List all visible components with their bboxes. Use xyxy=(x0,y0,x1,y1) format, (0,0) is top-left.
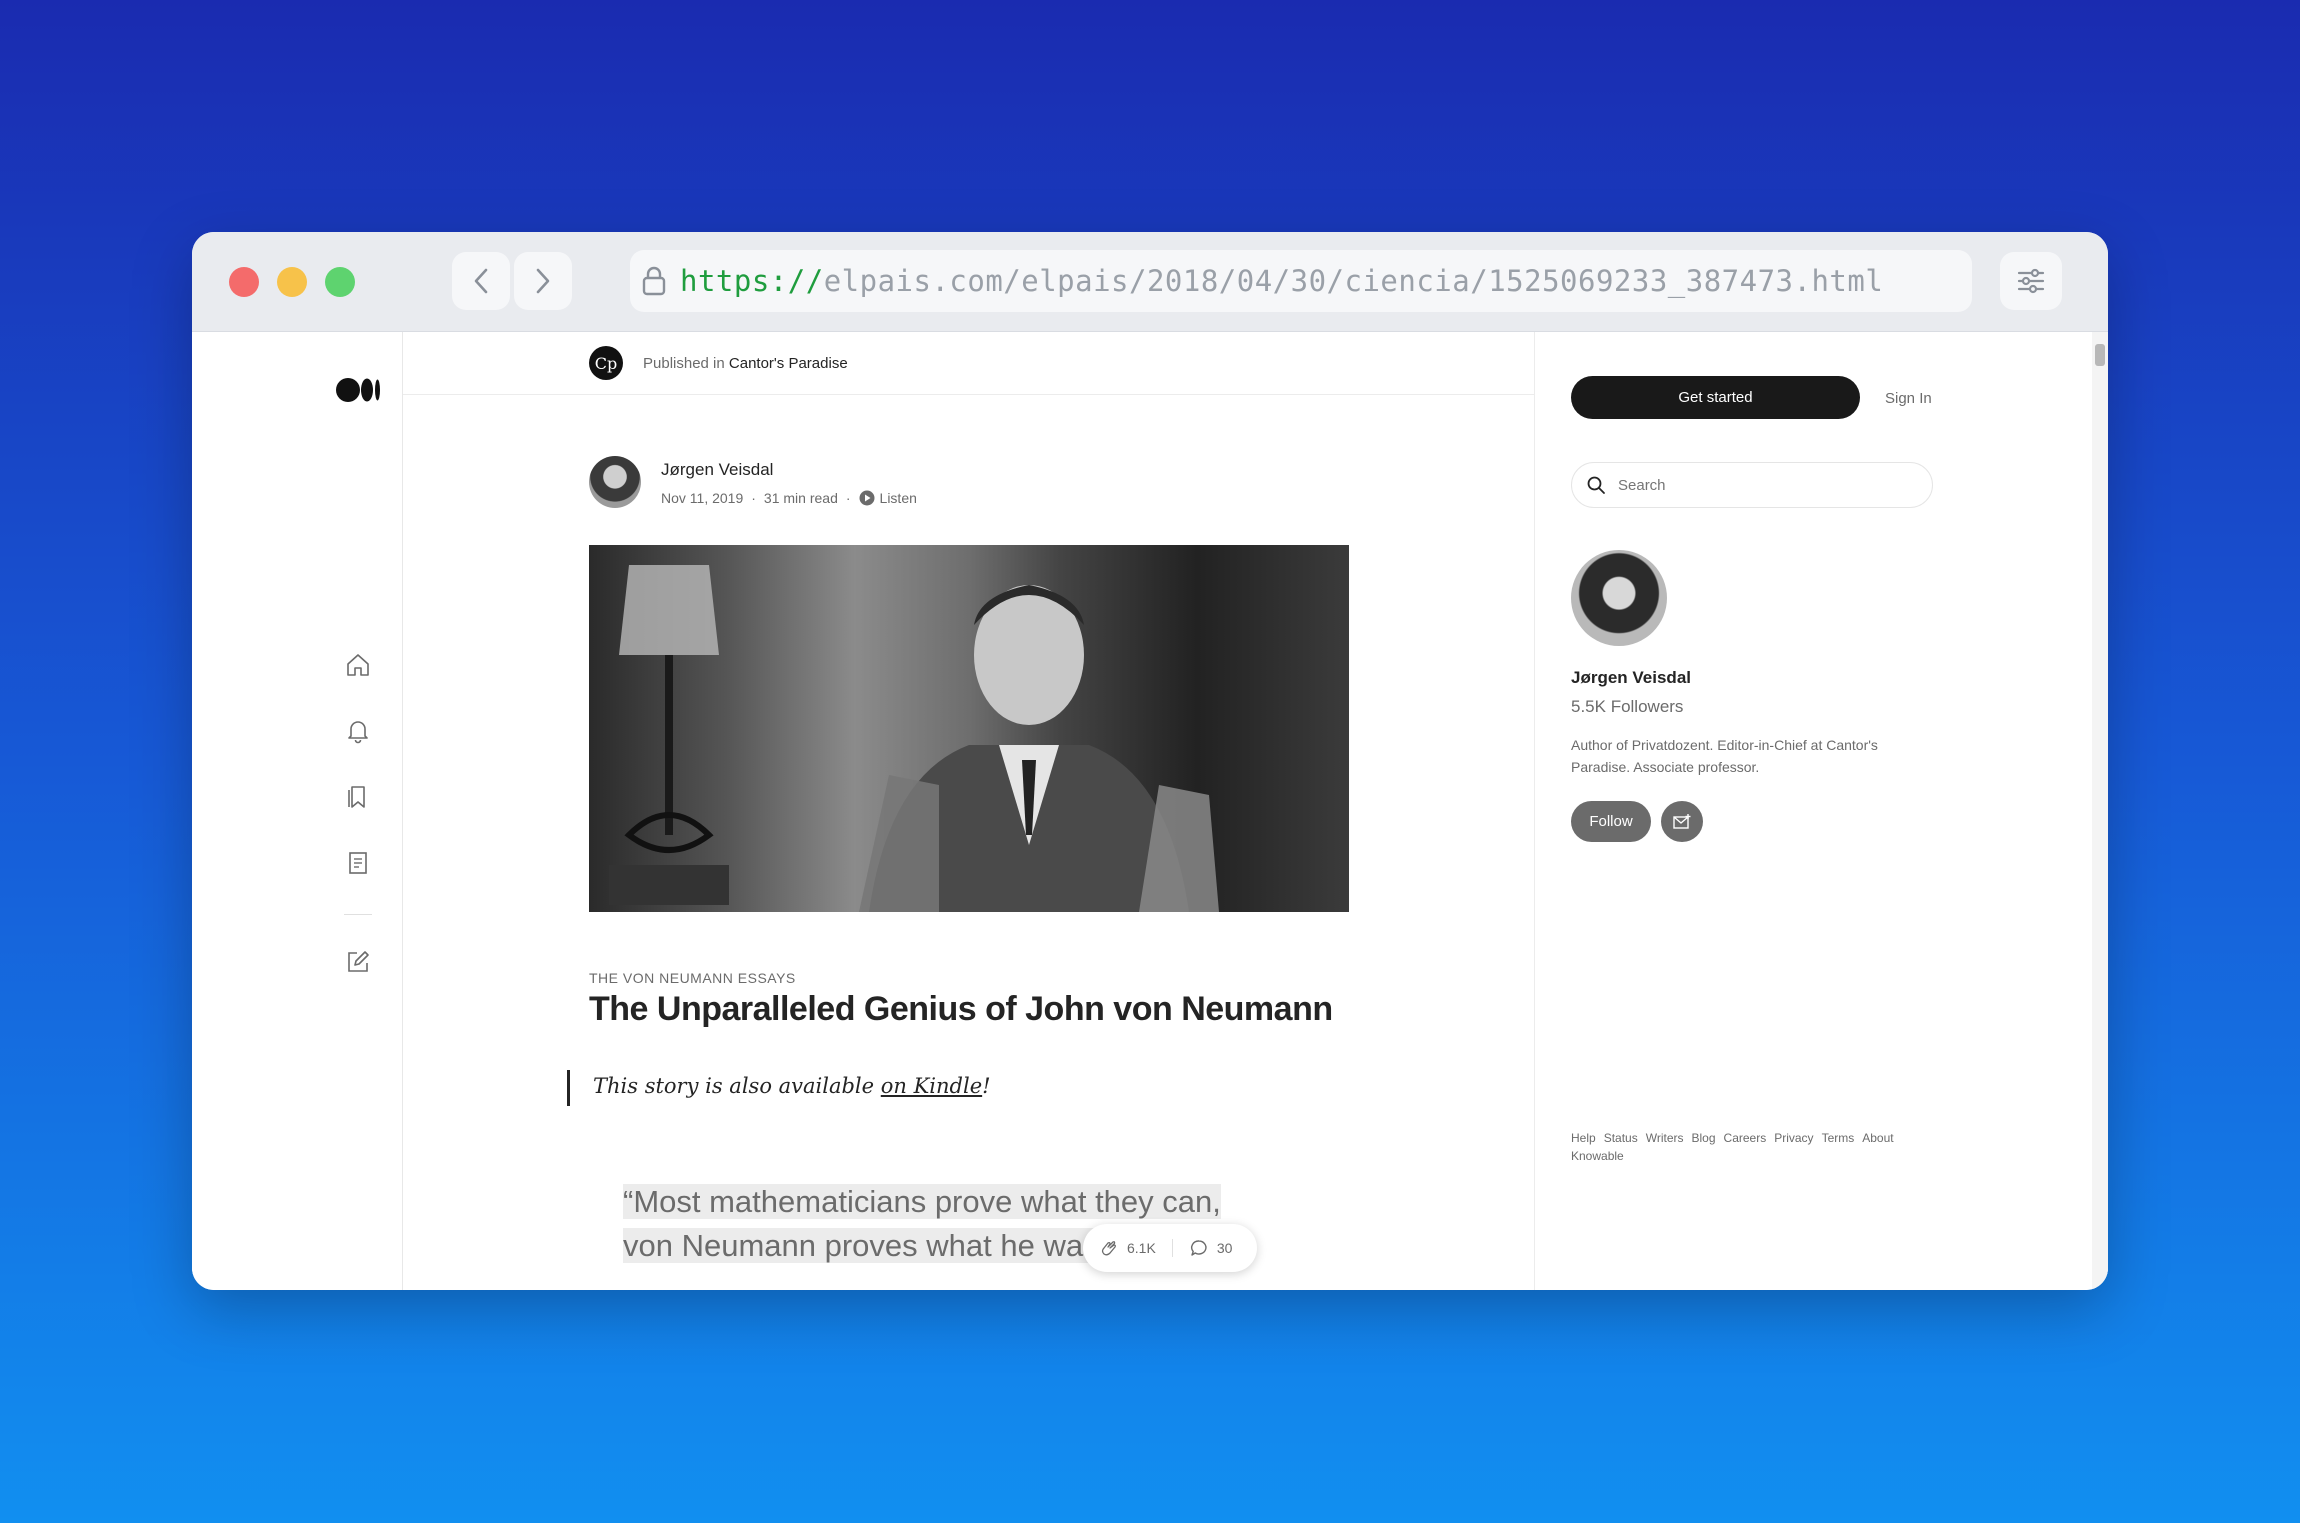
publication-name-link[interactable]: Cantor's Paradise xyxy=(729,355,848,372)
read-time: 31 min read xyxy=(763,490,838,506)
footer-link-privacy[interactable]: Privacy xyxy=(1774,1129,1813,1147)
footer-link-status[interactable]: Status xyxy=(1604,1129,1638,1147)
footer-links: Help Status Writers Blog Careers Privacy Terms… xyxy=(1571,1129,1931,1165)
series-kicker: THE VON NEUMANN ESSAYS xyxy=(589,970,796,986)
lamp-illustration xyxy=(609,565,729,905)
mail-plus-icon xyxy=(1673,813,1691,829)
search-input[interactable] xyxy=(1618,476,1898,494)
portrait-figure xyxy=(859,585,1219,912)
browser-window: https://elpais.com/elpais/2018/04/30/cie… xyxy=(192,232,2108,1290)
listen-label: Listen xyxy=(879,490,917,506)
author-name-link[interactable]: Jørgen Veisdal xyxy=(661,460,773,480)
chevron-right-icon xyxy=(536,268,550,294)
footer-link-about[interactable]: About xyxy=(1862,1129,1893,1147)
bookmarks-icon[interactable] xyxy=(345,784,371,810)
clap-count: 6.1K xyxy=(1127,1240,1156,1256)
floating-action-bar: 6.1K 30 xyxy=(1083,1224,1257,1272)
footer-link-terms[interactable]: Terms xyxy=(1822,1129,1855,1147)
maximize-window-button[interactable] xyxy=(325,267,355,297)
published-in-label: Published in xyxy=(643,355,725,372)
article-column: Cp Published in Cantor's Paradise Jørgen… xyxy=(403,332,1534,1290)
write-icon[interactable] xyxy=(345,949,371,975)
search-box[interactable] xyxy=(1571,462,1933,508)
kindle-link[interactable]: on Kindle xyxy=(881,1074,982,1098)
responses-count: 30 xyxy=(1216,1240,1233,1256)
footer-link-writers[interactable]: Writers xyxy=(1646,1129,1684,1147)
profile-avatar[interactable] xyxy=(1571,550,1667,646)
forward-button[interactable] xyxy=(514,252,572,310)
url-text[interactable]: https://elpais.com/elpais/2018/04/30/cie… xyxy=(680,264,1883,298)
url-path: elpais.com/elpais/2018/04/30/ciencia/152… xyxy=(823,264,1884,298)
browser-toolbar: https://elpais.com/elpais/2018/04/30/cie… xyxy=(192,232,2108,332)
home-icon[interactable] xyxy=(345,652,371,678)
clap-icon xyxy=(1101,1241,1116,1256)
left-sidebar xyxy=(192,332,403,1290)
comment-icon xyxy=(1190,1240,1207,1256)
lock-icon xyxy=(642,266,666,296)
address-bar[interactable]: https://elpais.com/elpais/2018/04/30/cie… xyxy=(630,250,1972,312)
profile-name-link[interactable]: Jørgen Veisdal xyxy=(1571,668,1691,688)
medium-logo-icon[interactable] xyxy=(336,377,382,403)
stories-icon[interactable] xyxy=(345,850,371,876)
scrollbar-thumb[interactable] xyxy=(2095,344,2105,366)
footer-link-help[interactable]: Help xyxy=(1571,1129,1596,1147)
clap-button[interactable]: 6.1K xyxy=(1099,1238,1156,1258)
chevron-left-icon xyxy=(474,268,488,294)
get-started-button[interactable]: Get started xyxy=(1571,376,1860,419)
footer-link-careers[interactable]: Careers xyxy=(1724,1129,1767,1147)
back-button[interactable] xyxy=(452,252,510,310)
right-sidebar: Get started Sign In Jørgen Veisdal 5.5K … xyxy=(1534,332,2108,1290)
follow-button[interactable]: Follow xyxy=(1571,801,1651,842)
kindle-notice: This story is also available on Kindle! xyxy=(593,1074,991,1098)
followers-count[interactable]: 5.5K Followers xyxy=(1571,697,1683,717)
sign-in-link[interactable]: Sign In xyxy=(1885,390,1932,407)
search-icon xyxy=(1587,476,1605,494)
author-avatar[interactable] xyxy=(589,456,641,508)
kindle-prefix: This story is also available xyxy=(593,1074,881,1098)
article-title: The Unparalleled Genius of John von Neum… xyxy=(589,990,1333,1028)
publication-strip: Cp Published in Cantor's Paradise xyxy=(403,332,1534,395)
footer-link-knowable[interactable]: Knowable xyxy=(1571,1147,1624,1165)
publish-date: Nov 11, 2019 xyxy=(661,490,744,506)
footer-link-blog[interactable]: Blog xyxy=(1692,1129,1716,1147)
sidebar-divider xyxy=(344,914,372,915)
article-meta: Nov 11, 2019 · 31 min read · Listen xyxy=(661,490,917,506)
kindle-suffix: ! xyxy=(982,1074,991,1098)
subscribe-email-button[interactable] xyxy=(1661,801,1703,842)
hero-image xyxy=(589,545,1349,912)
settings-button[interactable] xyxy=(2000,252,2062,310)
responses-button[interactable]: 30 xyxy=(1189,1238,1233,1258)
play-circle-icon xyxy=(859,490,875,506)
close-window-button[interactable] xyxy=(229,267,259,297)
scrollbar[interactable] xyxy=(2092,332,2108,1290)
published-in-text: Published in Cantor's Paradise xyxy=(643,355,848,372)
sliders-icon xyxy=(2017,268,2045,294)
notifications-bell-icon[interactable] xyxy=(345,718,371,744)
medium-page: Cp Published in Cantor's Paradise Jørgen… xyxy=(192,332,2108,1290)
profile-bio: Author of Privatdozent. Editor-in-Chief … xyxy=(1571,737,1878,775)
minimize-window-button[interactable] xyxy=(277,267,307,297)
publication-logo[interactable]: Cp xyxy=(589,346,623,380)
listen-button[interactable]: Listen xyxy=(859,490,917,506)
url-scheme: https:// xyxy=(680,264,824,298)
blockquote-bar xyxy=(567,1070,570,1106)
